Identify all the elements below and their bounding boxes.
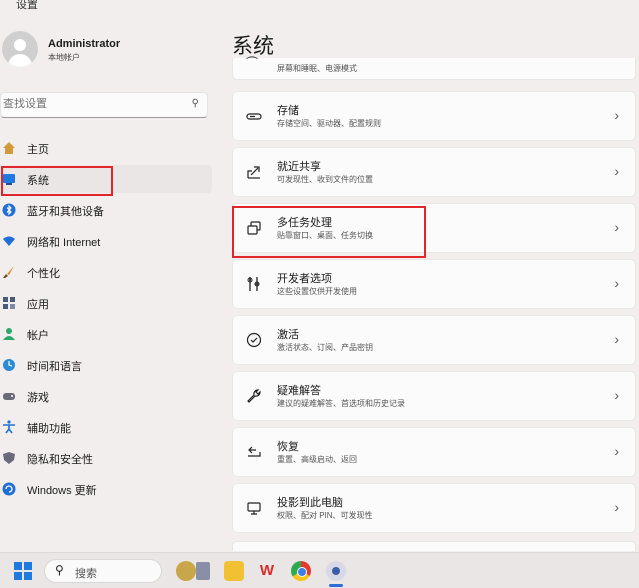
search-icon[interactable]: ⚲ [192, 98, 199, 109]
card-title: 就近共享 [277, 161, 321, 173]
sidebar-item-label: 主页 [27, 144, 49, 156]
sidebar-item-accounts[interactable]: 帐户 [0, 320, 212, 348]
sidebar-item-privacy[interactable]: 隐私和安全性 [0, 444, 212, 472]
chevron-right-icon: › [614, 107, 619, 123]
file-explorer-icon[interactable] [224, 561, 244, 581]
card-subtitle: 建议的疑难解答、首选项和历史记录 [277, 399, 405, 408]
chevron-right-icon: › [614, 219, 619, 235]
sidebar-item-gaming[interactable]: 游戏 [0, 382, 212, 410]
taskbar: ⚲ 搜索 W [0, 552, 639, 588]
settings-card-storage[interactable]: 存储 存储空间、驱动器、配置规则 › [232, 91, 636, 141]
settings-card-project-to-pc[interactable]: 投影到此电脑 权限、配对 PIN、可发现性 › [232, 483, 636, 533]
sidebar-item-label: 隐私和安全性 [27, 454, 93, 466]
card-subtitle: 权限、配对 PIN、可发现性 [277, 511, 373, 520]
update-icon [2, 482, 16, 496]
sidebar-item-apps[interactable]: 应用 [0, 289, 212, 317]
card-title: 开发者选项 [277, 273, 332, 285]
settings-card-activation[interactable]: 激活 激活状态、订阅、产品密钥 › [232, 315, 636, 365]
brush-icon [2, 265, 16, 279]
card-title: 投影到此电脑 [277, 497, 343, 509]
card-title: 恢复 [277, 441, 299, 453]
card-subtitle: 激活状态、订阅、产品密钥 [277, 343, 373, 352]
settings-card-recovery[interactable]: 恢复 重置、高级启动、返回 › [232, 427, 636, 477]
sidebar-item-time-language[interactable]: 时间和语言 [0, 351, 212, 379]
activation-check-icon [246, 332, 262, 348]
clock-globe-icon [2, 358, 16, 372]
avatar-head [14, 39, 26, 51]
taskbar-search-label: 搜索 [75, 568, 97, 580]
sidebar-item-label: 网络和 Internet [27, 237, 101, 249]
wps-office-icon[interactable]: W [257, 561, 277, 581]
sidebar-item-windows-update[interactable]: Windows 更新 [0, 475, 212, 503]
developer-tools-icon [246, 276, 262, 292]
share-icon [246, 164, 262, 180]
highlight-box-system [1, 166, 113, 196]
phone-link-icon[interactable] [196, 562, 210, 580]
user-name: Administrator [48, 38, 121, 50]
settings-card-troubleshoot[interactable]: 疑难解答 建议的疑难解答、首选项和历史记录 › [232, 371, 636, 421]
sidebar-item-label: 应用 [27, 299, 49, 311]
storage-icon [246, 108, 262, 124]
highlight-box-multitasking [232, 206, 426, 258]
sidebar-item-personalization[interactable]: 个性化 [0, 258, 212, 286]
sidebar-item-label: 游戏 [27, 392, 49, 404]
chevron-right-icon: › [614, 387, 619, 403]
settings-card-developer-options[interactable]: 开发者选项 这些设置仅供开发使用 › [232, 259, 636, 309]
sidebar-item-label: 帐户 [27, 330, 49, 342]
card-title: 激活 [277, 329, 299, 341]
settings-card-power[interactable]: ⏜ 屏幕和睡眠、电源模式 [232, 56, 636, 80]
sidebar-item-label: Windows 更新 [27, 485, 97, 497]
chevron-right-icon: › [614, 275, 619, 291]
chevron-right-icon: › [614, 443, 619, 459]
card-subtitle: 存储空间、驱动器、配置规则 [277, 119, 381, 128]
sidebar-item-label: 时间和语言 [27, 361, 82, 373]
card-subtitle: 屏幕和睡眠、电源模式 [277, 64, 357, 73]
projection-icon [246, 500, 262, 516]
widgets-icon[interactable] [176, 561, 196, 581]
chrome-icon[interactable] [291, 561, 311, 581]
windows-start-icon[interactable] [14, 562, 32, 580]
sidebar-item-label: 蓝牙和其他设备 [27, 206, 104, 218]
sidebar-item-network[interactable]: 网络和 Internet [0, 227, 212, 255]
sidebar-item-label: 个性化 [27, 268, 60, 280]
power-icon: ⏜ [246, 56, 258, 70]
chevron-right-icon: › [614, 331, 619, 347]
sidebar-item-home[interactable]: 主页 [0, 134, 212, 162]
gamepad-icon [2, 389, 16, 403]
settings-card-nearby-sharing[interactable]: 就近共享 可发现性、收到文件的位置 › [232, 147, 636, 197]
sidebar-item-bluetooth[interactable]: 蓝牙和其他设备 [0, 196, 212, 224]
settings-search-box[interactable]: ⚲ [0, 92, 208, 118]
apps-icon [2, 296, 16, 310]
avatar-body [8, 54, 32, 67]
user-account-type: 本地帐户 [48, 53, 80, 62]
avatar[interactable] [2, 31, 38, 67]
search-input[interactable] [3, 98, 183, 110]
home-icon [2, 141, 16, 155]
sidebar: Administrator 本地帐户 ⚲ 主页 系统 蓝牙和其他设备 [0, 0, 215, 550]
card-title: 疑难解答 [277, 385, 321, 397]
sidebar-item-accessibility[interactable]: 辅助功能 [0, 413, 212, 441]
card-subtitle: 可发现性、收到文件的位置 [277, 175, 373, 184]
card-title: 存储 [277, 105, 299, 117]
recovery-icon [246, 444, 262, 460]
person-icon [2, 327, 16, 341]
settings-card-next[interactable] [232, 541, 636, 551]
wifi-icon [2, 234, 16, 248]
wrench-icon [246, 388, 262, 404]
bluetooth-icon [2, 203, 16, 217]
chevron-right-icon: › [614, 163, 619, 179]
chevron-right-icon: › [614, 499, 619, 515]
sidebar-item-label: 辅助功能 [27, 423, 71, 435]
shield-icon [2, 451, 16, 465]
card-subtitle: 这些设置仅供开发使用 [277, 287, 357, 296]
settings-icon[interactable] [326, 561, 346, 581]
card-subtitle: 重置、高级启动、返回 [277, 455, 357, 464]
accessibility-icon [2, 420, 16, 434]
taskbar-search[interactable]: ⚲ 搜索 [44, 559, 162, 583]
search-icon: ⚲ [55, 563, 64, 577]
